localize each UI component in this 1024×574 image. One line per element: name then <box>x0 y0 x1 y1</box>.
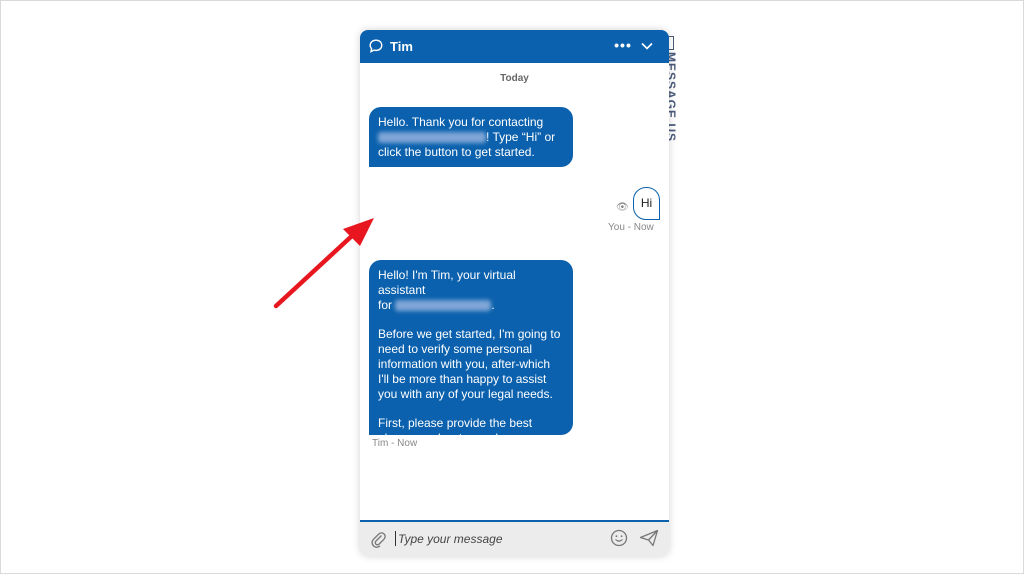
bot-message-1: Hello. Thank you for contacting ! Type “… <box>369 107 573 167</box>
agent-name-title: Tim <box>390 39 413 54</box>
more-options-button[interactable]: ••• <box>614 36 632 54</box>
chat-header: Tim ••• <box>360 30 669 63</box>
paperclip-icon[interactable] <box>370 530 386 548</box>
date-divider: Today <box>500 73 529 84</box>
bot-message-meta: Tim - Now <box>372 438 418 449</box>
read-receipt-icon: 👁︎ <box>616 202 629 213</box>
chat-widget: Tim ••• Today Hello. Thank you for conta… <box>360 30 669 556</box>
bot-message-2: Hello! I'm Tim, your virtual assistant f… <box>369 260 573 445</box>
bot-message-2-prefix: for <box>378 298 396 312</box>
chevron-down-icon[interactable] <box>640 39 654 53</box>
bot-message-2-line2: for . <box>378 298 564 313</box>
redacted-company-name <box>378 132 486 144</box>
user-message: Hi <box>633 187 660 220</box>
chat-bubble-icon <box>369 39 383 53</box>
bot-message-1-line3: click the button to get started. <box>378 145 535 159</box>
bot-message-1-line2: ! Type “Hi” or <box>378 130 564 145</box>
send-icon[interactable] <box>639 529 659 547</box>
bot-message-1-line1: Hello. Thank you for contacting <box>378 115 544 129</box>
bot-message-2-paragraph-2: Before we get started, I'm going to need… <box>378 327 561 401</box>
bot-message-1-line2-text: ! Type “Hi” or <box>486 130 556 144</box>
smiley-icon[interactable] <box>610 529 628 547</box>
text-caret <box>395 531 396 546</box>
message-composer <box>360 520 669 556</box>
bot-message-2-line1: Hello! I'm Tim, your virtual assistant <box>378 268 516 297</box>
user-message-meta: You - Now <box>608 222 654 233</box>
redacted-company-name-2 <box>395 300 492 312</box>
bot-message-2-suffix: . <box>491 298 495 312</box>
message-input[interactable] <box>398 528 606 550</box>
